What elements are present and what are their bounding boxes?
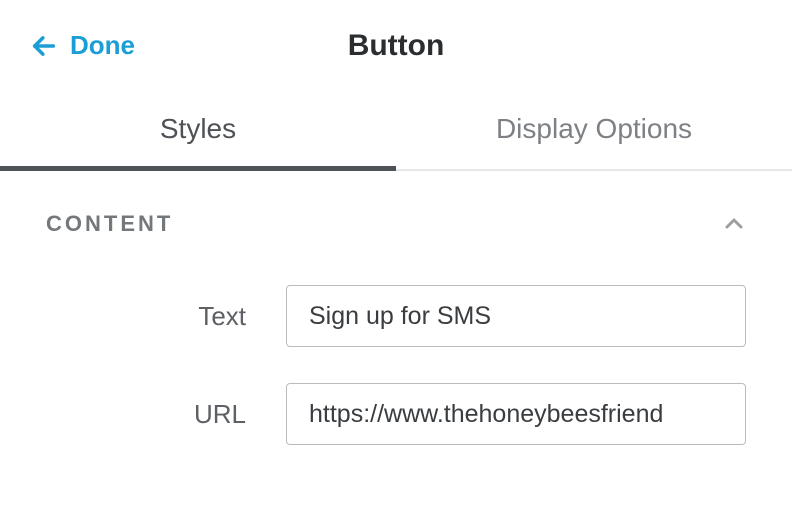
url-label: URL (46, 399, 246, 430)
editor-header: Done Button (0, 0, 792, 89)
content-section-header[interactable]: CONTENT (46, 211, 746, 237)
content-section: CONTENT Text URL (0, 171, 792, 445)
field-row-url: URL (46, 383, 746, 445)
done-button[interactable]: Done (30, 30, 135, 61)
field-row-text: Text (46, 285, 746, 347)
chevron-up-icon (722, 212, 746, 236)
text-input[interactable] (286, 285, 746, 347)
text-label: Text (46, 301, 246, 332)
tabs: Styles Display Options (0, 89, 792, 171)
url-input[interactable] (286, 383, 746, 445)
content-section-title: CONTENT (46, 211, 173, 237)
tab-display-options[interactable]: Display Options (396, 89, 792, 169)
tab-styles[interactable]: Styles (0, 89, 396, 169)
done-label: Done (70, 30, 135, 61)
back-arrow-icon (30, 32, 58, 60)
